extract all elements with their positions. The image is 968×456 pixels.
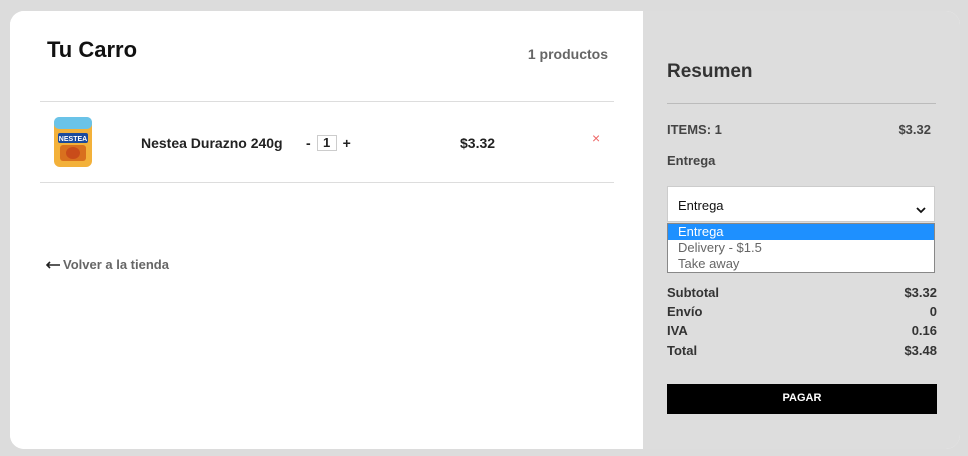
- cart-count: 1 productos: [527, 46, 608, 62]
- items-count-label: ITEMS: 1: [667, 122, 722, 137]
- total-row: Total $3.48: [667, 343, 937, 358]
- chevron-down-icon: [916, 201, 926, 219]
- svg-text:NESTEA: NESTEA: [59, 136, 87, 143]
- delivery-option[interactable]: Entrega: [668, 224, 934, 240]
- delivery-select[interactable]: Entrega: [667, 186, 935, 222]
- divider: [667, 103, 936, 104]
- summary-title: Resumen: [667, 61, 753, 82]
- divider: [40, 182, 614, 183]
- delivery-dropdown-list: Entrega Delivery - $1.5 Take away: [667, 223, 935, 273]
- increase-quantity-button[interactable]: +: [343, 135, 351, 151]
- subtotal-row: Subtotal $3.32: [667, 285, 937, 300]
- cart-panel: Tu Carro 1 productos NESTEA Nestea Duraz…: [10, 11, 643, 449]
- total-label: Total: [667, 343, 698, 358]
- product-price: $3.32: [460, 135, 496, 151]
- remove-item-icon[interactable]: ×: [592, 130, 600, 146]
- quantity-value[interactable]: 1: [316, 135, 337, 151]
- delivery-option[interactable]: Delivery - $1.5: [668, 240, 934, 256]
- quantity-stepper: - 1 +: [306, 135, 351, 151]
- delivery-label: Entrega: [667, 153, 716, 168]
- items-total-value: $3.32: [898, 122, 931, 137]
- total-value: $3.48: [904, 343, 937, 358]
- tax-row: IVA 0.16: [667, 323, 937, 338]
- product-name: Nestea Durazno 240g: [141, 135, 283, 151]
- pay-button[interactable]: PAGAR: [667, 384, 937, 414]
- summary-panel: Resumen ITEMS: 1 $3.32 Entrega Entrega E…: [643, 11, 960, 449]
- delivery-option[interactable]: Take away: [668, 256, 934, 272]
- subtotal-label: Subtotal: [667, 285, 719, 300]
- back-to-store-link[interactable]: Volver a la tienda: [46, 257, 169, 272]
- tax-value: 0.16: [911, 323, 937, 338]
- cart-card: Tu Carro 1 productos NESTEA Nestea Duraz…: [10, 11, 960, 449]
- back-label: Volver a la tienda: [63, 257, 169, 272]
- shipping-value: 0: [929, 304, 937, 319]
- divider: [40, 101, 614, 102]
- decrease-quantity-button[interactable]: -: [306, 135, 311, 151]
- delivery-selected-value: Entrega: [678, 198, 724, 213]
- shipping-row: Envío 0: [667, 304, 937, 319]
- product-image: NESTEA: [52, 115, 94, 169]
- cart-title: Tu Carro: [47, 37, 138, 62]
- shipping-label: Envío: [667, 304, 703, 319]
- tax-label: IVA: [667, 323, 688, 338]
- subtotal-value: $3.32: [904, 285, 937, 300]
- arrow-left-icon: [46, 260, 60, 269]
